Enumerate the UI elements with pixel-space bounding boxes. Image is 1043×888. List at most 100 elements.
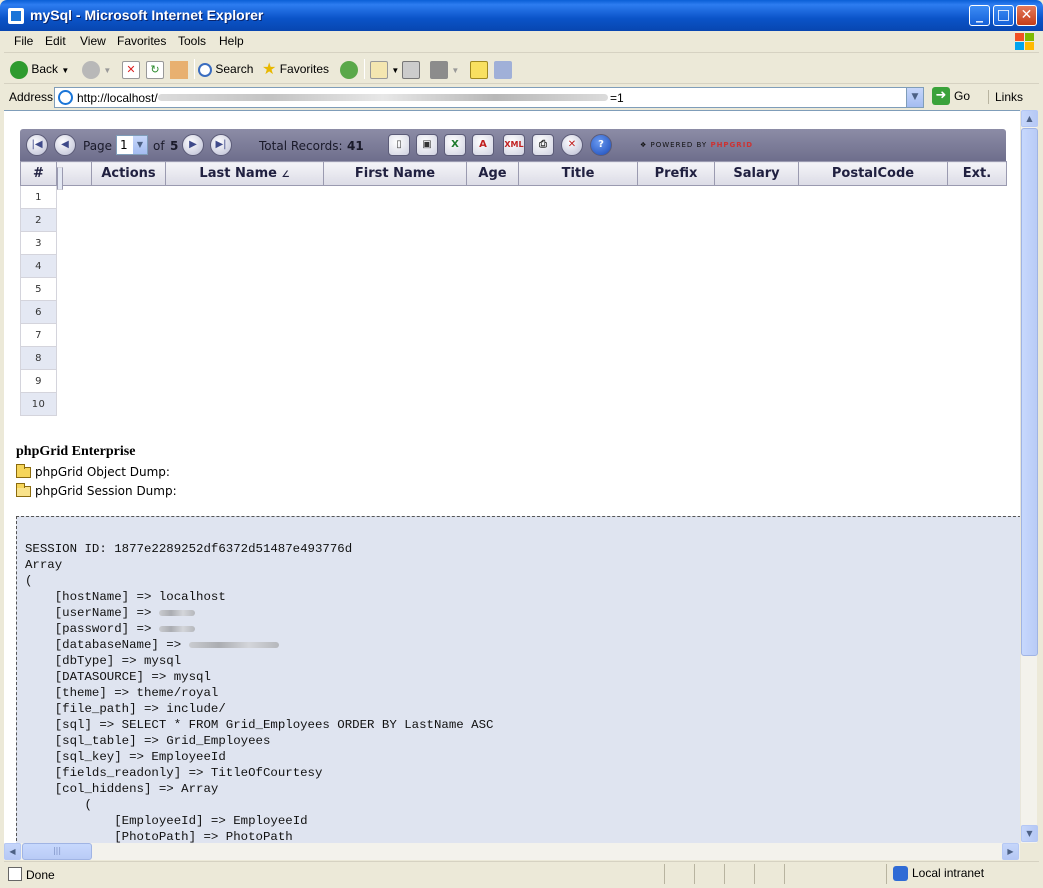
close-button[interactable]: ✕	[1016, 5, 1037, 26]
page-select-dropdown-icon: ▼	[133, 136, 147, 154]
col-header-num[interactable]: #	[20, 161, 57, 186]
mail-dropdown-icon: ▼	[391, 66, 400, 75]
first-page-icon[interactable]: |◀	[26, 134, 48, 156]
scroll-left-icon[interactable]: ◀	[4, 843, 21, 860]
menu-help[interactable]: Help	[219, 34, 244, 48]
col-header-postal-code[interactable]: PostalCode	[798, 161, 948, 186]
table-row[interactable]: 4✕DavolioNancy24SalesMs.55000981225467	[20, 166, 1007, 278]
dump-text: [col_hiddens] => Array	[54, 782, 219, 796]
menu-view[interactable]: View	[80, 34, 106, 48]
back-button[interactable]: Back ▼	[10, 58, 69, 80]
search-icon	[198, 62, 212, 77]
vertical-scroll-thumb[interactable]	[1021, 128, 1038, 656]
col-header-first-name[interactable]: First Name	[323, 161, 467, 186]
menu-tools[interactable]: Tools	[178, 34, 206, 48]
refresh-icon: ↻	[146, 60, 164, 79]
dump-text: [userName] =>	[54, 606, 159, 620]
col-header-last-name[interactable]: Last Name ∠	[165, 161, 324, 186]
scroll-right-icon[interactable]: ▶	[1002, 843, 1019, 860]
discuss-button[interactable]	[470, 58, 488, 80]
favorites-button[interactable]: ★ Favorites	[262, 58, 329, 80]
refresh-button[interactable]: ↻	[146, 58, 164, 80]
maximize-button[interactable]: □	[993, 5, 1014, 26]
stop-button[interactable]: ✕	[122, 58, 140, 80]
next-page-icon[interactable]: ▶	[182, 134, 204, 156]
export-excel-icon[interactable]: X	[444, 134, 466, 156]
back-arrow-icon	[10, 60, 28, 79]
table-row[interactable]: 7✕FullerAndrew21VPDr.54000984013457	[20, 166, 1007, 347]
edit-button[interactable]: ▼	[430, 58, 459, 80]
of-label: of	[153, 139, 165, 153]
table-row[interactable]: 10✕JoeBlow55ProgrammerMr.66045zipext	[20, 166, 1007, 416]
scroll-up-icon[interactable]: ▲	[1021, 110, 1038, 127]
last-name-label: Last Name	[199, 166, 277, 181]
dump-line: SESSION ID: 1877e2289252df6372d51487e493…	[25, 541, 493, 557]
dump-line: [password] =>	[25, 621, 493, 637]
redacted-value	[158, 625, 195, 632]
col-header-ext[interactable]: Ext.	[947, 161, 1007, 186]
mail-button[interactable]: ▼	[370, 58, 399, 80]
print-grid-icon[interactable]: ⎙	[532, 134, 554, 156]
delete-icon[interactable]: ✕	[561, 134, 583, 156]
table-row[interactable]: 9✕JoeBlow55ProgrammerMr.66045zipext	[20, 166, 1007, 393]
prev-page-icon[interactable]: ◀	[54, 134, 76, 156]
messenger-button[interactable]	[494, 58, 512, 80]
col-header-title[interactable]: Title	[518, 161, 638, 186]
object-dump-toggle[interactable]: phpGrid Object Dump:	[16, 464, 170, 479]
minimize-button[interactable]: _	[969, 5, 990, 26]
cell-row-number: 7	[20, 323, 57, 347]
page-content: |◀ ◀ Page 1 ▼ of 5 ▶ ▶| Total Records: 4…	[4, 110, 1020, 843]
address-bar: Address http://localhost/ =1 ▼ ➜ Go Links	[4, 85, 1039, 109]
menu-file[interactable]: File	[14, 34, 33, 48]
go-button[interactable]: ➜ Go	[932, 87, 970, 107]
table-row[interactable]: 2✕BuchananSteven45ManagerMr.87000SW1 8JR…	[20, 166, 1007, 232]
print-button[interactable]	[402, 58, 420, 80]
table-row[interactable]: 5✕DodsworthxAnne37SalesMs.77500WG2 7LT45…	[20, 166, 1007, 301]
export-xml-icon[interactable]: XML	[503, 134, 525, 156]
page-select[interactable]: 1 ▼	[116, 135, 148, 155]
dump-text: [databaseName] =>	[54, 638, 189, 652]
table-row[interactable]: 1✕BbShoe55ProgrammerMr.66045zipext	[20, 166, 1007, 209]
address-input[interactable]: http://localhost/ =1 ▼	[54, 87, 924, 108]
intranet-icon	[893, 866, 908, 881]
col-header-prefix[interactable]: Prefix	[637, 161, 715, 186]
go-label: Go	[954, 89, 971, 103]
table-row[interactable]: 8✕JoeBlow55ProgrammerMr.660458888	[20, 166, 1007, 370]
window-title: mySql - Microsoft Internet Explorer	[30, 7, 264, 23]
help-icon[interactable]: ?	[590, 134, 612, 156]
history-button[interactable]	[340, 58, 358, 80]
links-button[interactable]: Links	[988, 90, 1023, 104]
dump-line: [fields_readonly] => TitleOfCourtesy	[25, 765, 493, 781]
save-icon[interactable]: ▣	[416, 134, 438, 156]
col-header-salary[interactable]: Salary	[714, 161, 799, 186]
dump-line: [col_hiddens] => Array	[25, 781, 493, 797]
menu-favorites[interactable]: Favorites	[117, 34, 166, 48]
last-page-icon[interactable]: ▶|	[210, 134, 232, 156]
address-dropdown-icon[interactable]: ▼	[906, 88, 923, 107]
session-dump-toggle[interactable]: phpGrid Session Dump:	[16, 483, 177, 498]
forward-dropdown-icon: ▼	[103, 66, 112, 75]
search-button[interactable]: Search	[198, 58, 253, 80]
horizontal-scrollbar[interactable]: ◀ ||| ▶	[4, 843, 1020, 860]
forward-button[interactable]: ▼	[82, 58, 111, 80]
dump-text: [file_path] => include/	[54, 702, 226, 716]
table-row[interactable]: 6✕ElvisKing24ProgrammerMr.66045zipext	[20, 166, 1007, 324]
export-pdf-icon[interactable]: A	[472, 134, 494, 156]
scroll-down-icon[interactable]: ▼	[1021, 825, 1038, 842]
cell-ext: ext	[57, 166, 63, 190]
cell-row-number: 5	[20, 277, 57, 301]
horizontal-scroll-thumb[interactable]: |||	[22, 843, 92, 860]
cell-row-number: 3	[20, 231, 57, 255]
table-row[interactable]: 3✕CallahanLaura35CoordinatorMs.540009810…	[20, 166, 1007, 255]
home-button[interactable]	[170, 58, 188, 80]
menu-bar: File Edit View Favorites Tools Help	[4, 31, 1039, 53]
edit-dropdown-icon: ▼	[451, 66, 460, 75]
menu-edit[interactable]: Edit	[45, 34, 66, 48]
go-arrow-icon: ➜	[932, 87, 950, 105]
dump-text: [password] =>	[54, 622, 159, 636]
vertical-scrollbar[interactable]: ▲ ▼	[1020, 110, 1038, 843]
powered-by-label: POWERED BY	[650, 141, 708, 149]
maximize-icon: □	[996, 7, 1011, 23]
new-record-icon[interactable]: ▯	[388, 134, 410, 156]
col-header-age[interactable]: Age	[466, 161, 519, 186]
